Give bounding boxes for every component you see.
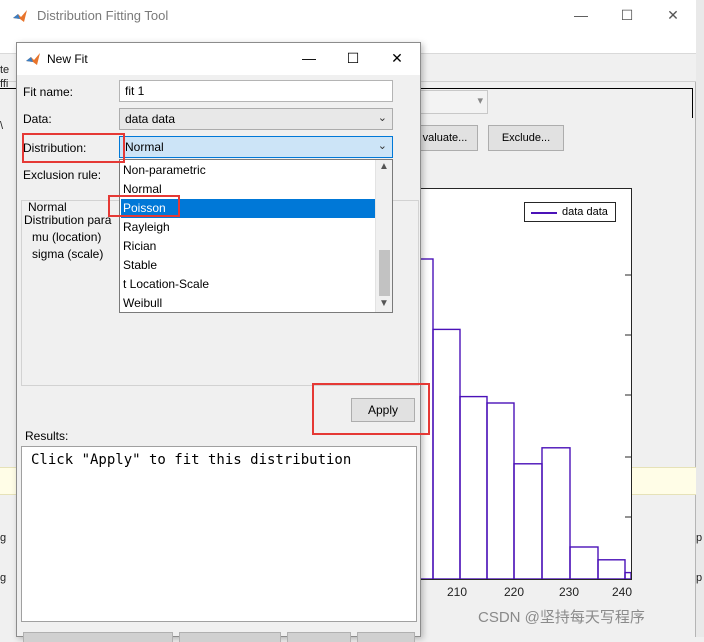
chevron-down-icon: ⌄ [377, 140, 387, 152]
histogram-bar [541, 447, 571, 579]
matlab-logo-icon [13, 10, 27, 22]
edge-text: p [696, 572, 703, 584]
dropdown-option-stable[interactable]: Stable [121, 256, 376, 275]
edge-text: p [696, 532, 703, 544]
x-tick-label: 230 [559, 585, 580, 599]
main-close-button[interactable]: ✕ [650, 0, 696, 32]
scrollbar-thumb[interactable] [379, 250, 390, 296]
param-mu-label: mu (location) [32, 230, 102, 244]
dropdown-option-weibull[interactable]: Weibull [121, 294, 376, 313]
edge-text: g [0, 572, 7, 584]
histogram-plot [408, 188, 632, 580]
histogram-svg [409, 258, 631, 579]
data-label: Data: [23, 112, 52, 126]
distribution-select[interactable]: Normal ⌄ [119, 136, 393, 158]
distribution-select-value: Normal [125, 140, 164, 154]
scroll-down-icon[interactable]: ▼ [379, 298, 389, 309]
edge-text: \ [0, 120, 4, 132]
dropdown-option-non-parametric[interactable]: Non-parametric [121, 161, 376, 180]
dropdown-option-rician[interactable]: Rician [121, 237, 376, 256]
highlight-poisson-option [108, 195, 180, 217]
chevron-down-icon: ▾ [477, 95, 483, 107]
x-tick-label: 220 [504, 585, 525, 599]
main-title-bar: Distribution Fitting Tool — ☐ ✕ [0, 0, 696, 32]
window-edge: p p [696, 0, 704, 637]
main-window-title: Distribution Fitting Tool [37, 8, 169, 23]
results-text-area[interactable]: Click "Apply" to fit this distribution [21, 446, 417, 622]
dialog-maximize-button[interactable]: ☐ [331, 43, 375, 75]
data-select-value: data data [125, 112, 176, 126]
dialog-bottom-button[interactable] [287, 632, 351, 642]
highlight-apply-button [312, 383, 430, 435]
exclude-button[interactable]: Exclude... [488, 125, 564, 151]
edge-text: te [0, 64, 10, 76]
scroll-up-icon[interactable]: ▲ [379, 161, 389, 172]
legend-line [531, 212, 557, 214]
main-minimize-button[interactable]: — [558, 0, 604, 32]
dropdown-option-t-location-scale[interactable]: t Location-Scale [121, 275, 376, 294]
dropdown-scrollbar[interactable]: ▲ ▼ [375, 160, 392, 312]
dialog-bottom-button[interactable] [357, 632, 415, 642]
chevron-down-icon: ⌄ [377, 112, 387, 124]
panel-line: Distribution para [24, 213, 112, 227]
main-maximize-button[interactable]: ☐ [604, 0, 650, 32]
histogram-bar [624, 571, 631, 579]
x-tick-label: 210 [447, 585, 468, 599]
fit-name-input[interactable]: fit 1 [119, 80, 393, 102]
results-label: Results: [25, 429, 69, 443]
x-tick-label: 240 [612, 585, 633, 599]
histogram-bar [432, 328, 461, 579]
dialog-title: New Fit [47, 52, 88, 66]
plot-legend: data data [524, 202, 616, 222]
dropdown-option-rayleigh[interactable]: Rayleigh [121, 218, 376, 237]
histogram-bar [569, 546, 599, 579]
dialog-bottom-button[interactable] [23, 632, 173, 642]
data-selector-combo[interactable]: ▾ [420, 90, 488, 114]
new-fit-dialog: New Fit — ☐ ✕ Fit name: fit 1 Data: data… [16, 42, 421, 642]
edge-text: g [0, 532, 7, 544]
dialog-minimize-button[interactable]: — [287, 43, 331, 75]
data-select[interactable]: data data ⌄ [119, 108, 393, 130]
histogram-bar [597, 559, 626, 579]
distribution-dropdown-list: Non-parametric Normal Poisson Rayleigh R… [119, 159, 393, 313]
histogram-bar [459, 395, 488, 579]
results-text: Click "Apply" to fit this distribution [31, 452, 352, 468]
fit-name-label: Fit name: [23, 85, 74, 99]
dialog-title-bar: New Fit — ☐ ✕ [17, 43, 420, 75]
fit-name-value: fit 1 [125, 84, 145, 98]
histogram-bar [486, 402, 515, 579]
matlab-logo-icon [26, 53, 40, 65]
watermark: CSDN @坚持每天写程序 [478, 609, 645, 626]
exclusion-rule-label: Exclusion rule: [23, 168, 102, 182]
histogram-bar [513, 463, 543, 579]
evaluate-button[interactable]: valuate... [412, 125, 478, 151]
panel-title: Normal [28, 200, 67, 214]
param-sigma-label: sigma (scale) [32, 247, 104, 261]
dialog-close-button[interactable]: ✕ [375, 43, 419, 75]
panel-border [692, 88, 693, 118]
highlight-distribution-label [22, 133, 125, 163]
dialog-bottom-button[interactable] [179, 632, 281, 642]
legend-label: data data [562, 206, 608, 218]
